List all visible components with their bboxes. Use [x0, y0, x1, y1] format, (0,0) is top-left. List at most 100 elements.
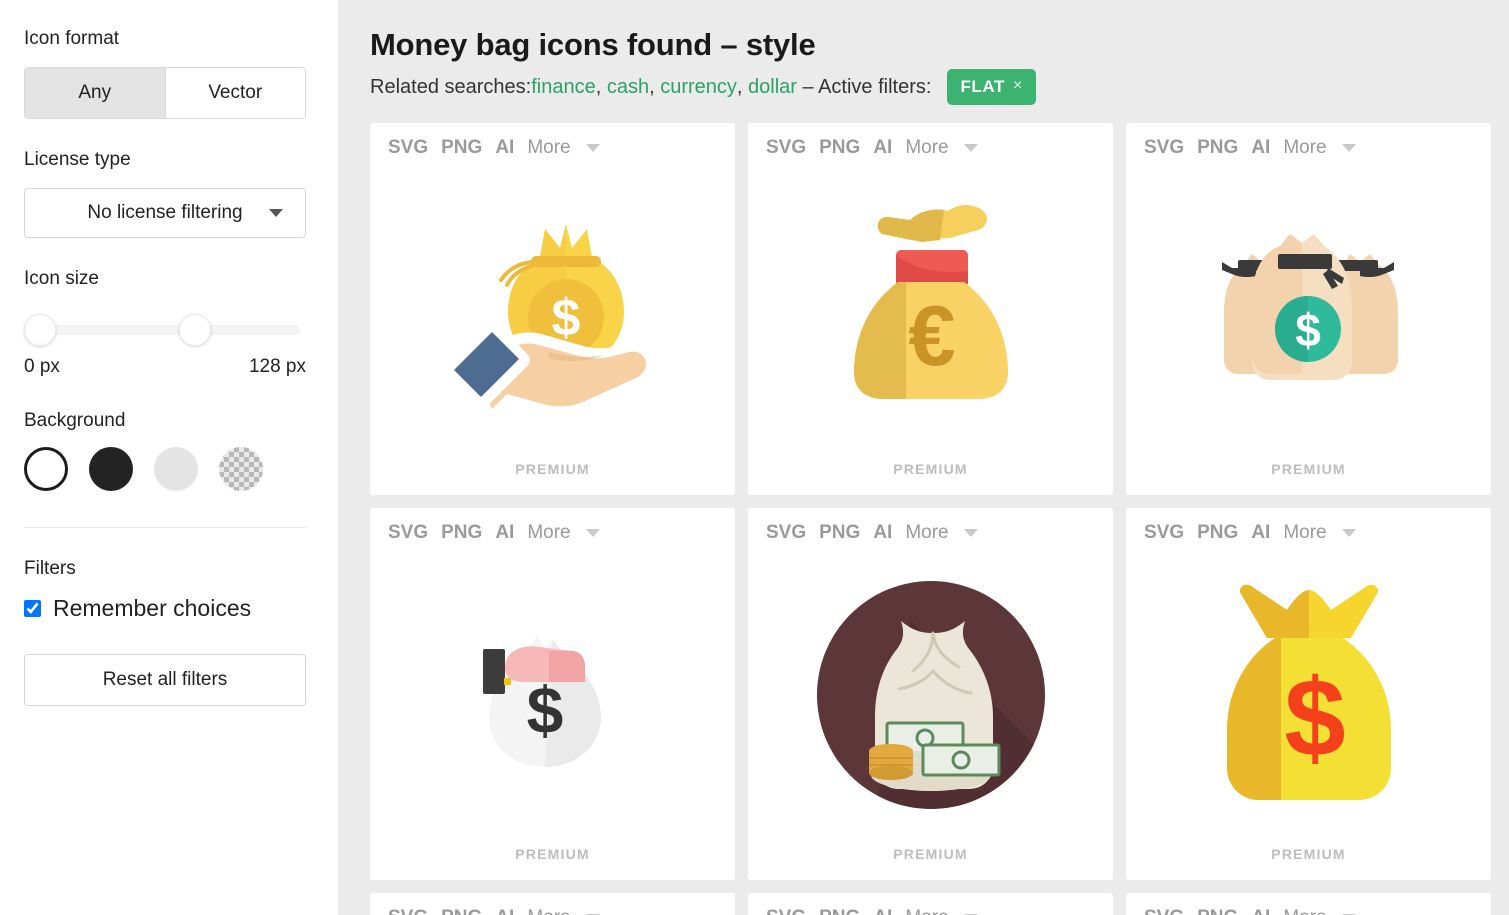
card-format-actions: SVG PNG AI More [1126, 907, 1491, 915]
format-ai-link[interactable]: AI [1251, 137, 1270, 159]
related-term-currency[interactable]: currency [660, 74, 737, 100]
format-png-link[interactable]: PNG [1197, 907, 1238, 915]
related-term-dollar[interactable]: dollar [748, 74, 797, 100]
slider-handle-min[interactable] [24, 314, 56, 347]
money-bag-euro-red-band-icon: € [748, 159, 1113, 461]
filters-sidebar: Icon format Any Vector License type No l… [0, 0, 338, 915]
premium-badge: PREMIUM [1271, 845, 1346, 862]
icon-size-min-label: 0 px [24, 356, 60, 378]
chevron-down-icon[interactable] [585, 528, 600, 537]
icon-card[interactable]: SVG PNG AI More $ PREMIUM [1126, 507, 1491, 880]
format-ai-link[interactable]: AI [495, 907, 514, 915]
page-title: Money bag icons found – style [370, 27, 816, 62]
format-svg-link[interactable]: SVG [1144, 137, 1184, 159]
slider-handle-max[interactable] [179, 314, 211, 347]
filters-label: Filters [24, 558, 76, 580]
reset-all-filters-button[interactable]: Reset all filters [24, 653, 306, 706]
format-png-link[interactable]: PNG [441, 522, 482, 544]
format-svg-link[interactable]: SVG [766, 522, 806, 544]
slider-track[interactable] [30, 325, 300, 336]
format-more-link[interactable]: More [905, 522, 948, 544]
hand-dropping-money-bag-dollar-icon: $ [370, 544, 735, 846]
background-swatch-light-gray[interactable] [154, 447, 198, 492]
format-more-link[interactable]: More [1283, 907, 1326, 915]
format-png-link[interactable]: PNG [1197, 137, 1238, 159]
format-ai-link[interactable]: AI [1251, 907, 1270, 915]
card-format-actions: SVG PNG AI More [748, 907, 1113, 915]
chevron-down-icon[interactable] [585, 143, 600, 152]
format-more-link[interactable]: More [1283, 137, 1326, 159]
format-png-link[interactable]: PNG [1197, 522, 1238, 544]
premium-badge: PREMIUM [893, 460, 968, 477]
format-ai-link[interactable]: AI [495, 522, 514, 544]
icon-card[interactable]: SVG PNG AI More [748, 507, 1113, 880]
chevron-down-icon[interactable] [1341, 143, 1356, 152]
icon-card[interactable]: SVG PNG AI More [370, 892, 735, 915]
chevron-down-icon [269, 208, 283, 217]
active-filter-chip-label: FLAT [960, 76, 1006, 96]
icon-format-option-vector[interactable]: Vector [164, 67, 305, 118]
format-more-link[interactable]: More [1283, 522, 1326, 544]
format-svg-link[interactable]: SVG [766, 907, 806, 915]
format-png-link[interactable]: PNG [819, 907, 860, 915]
remember-choices-row[interactable]: Remember choices [24, 595, 314, 622]
icon-card[interactable]: SVG PNG AI More [748, 892, 1113, 915]
format-svg-link[interactable]: SVG [766, 137, 806, 159]
icon-size-values: 0 px 128 px [24, 356, 306, 378]
background-swatch-black[interactable] [89, 447, 133, 492]
svg-text:$: $ [1284, 657, 1345, 780]
format-png-link[interactable]: PNG [819, 137, 860, 159]
icon-card[interactable]: SVG PNG AI More [370, 122, 735, 495]
icon-card[interactable]: SVG PNG AI More [1126, 122, 1491, 495]
icon-size-range-slider[interactable] [24, 306, 306, 352]
format-svg-link[interactable]: SVG [388, 137, 428, 159]
format-more-link[interactable]: More [527, 137, 570, 159]
icon-card[interactable]: SVG PNG AI More $ PREMIUM [370, 507, 735, 880]
format-more-link[interactable]: More [905, 907, 948, 915]
chevron-down-icon[interactable] [1341, 528, 1356, 537]
card-format-actions: SVG PNG AI More [1126, 137, 1491, 159]
icon-card[interactable]: SVG PNG AI More € PREMIUM [748, 122, 1113, 495]
format-svg-link[interactable]: SVG [388, 522, 428, 544]
icon-format-option-any[interactable]: Any [25, 67, 165, 118]
icon-format-segmented-control[interactable]: Any Vector [24, 66, 306, 119]
format-ai-link[interactable]: AI [1251, 522, 1270, 544]
license-type-value: No license filtering [87, 201, 243, 223]
remember-choices-label[interactable]: Remember choices [53, 595, 251, 622]
svg-text:$: $ [1295, 304, 1321, 356]
format-svg-link[interactable]: SVG [1144, 522, 1184, 544]
card-format-actions: SVG PNG AI More [748, 137, 1113, 159]
background-swatch-transparent[interactable] [219, 447, 263, 492]
related-term-finance[interactable]: finance [531, 74, 596, 100]
chevron-down-icon[interactable] [963, 528, 978, 537]
format-svg-link[interactable]: SVG [388, 907, 428, 915]
format-more-link[interactable]: More [527, 907, 570, 915]
format-ai-link[interactable]: AI [873, 522, 892, 544]
related-term-cash[interactable]: cash [607, 74, 649, 100]
svg-text:€: € [908, 289, 955, 384]
format-svg-link[interactable]: SVG [1144, 907, 1184, 915]
svg-text:$: $ [526, 673, 563, 747]
icon-format-label: Icon format [24, 28, 120, 49]
format-more-link[interactable]: More [905, 137, 948, 159]
format-ai-link[interactable]: AI [873, 137, 892, 159]
icon-size-max-label: 128 px [248, 356, 306, 378]
format-ai-link[interactable]: AI [495, 137, 514, 159]
format-png-link[interactable]: PNG [819, 522, 860, 544]
active-filter-chip-flat[interactable]: FLAT × [947, 68, 1036, 105]
background-swatch-white[interactable] [24, 447, 68, 492]
close-icon[interactable]: × [1013, 76, 1023, 97]
card-format-actions: SVG PNG AI More [1126, 522, 1491, 544]
active-filters-label: – Active filters: [802, 75, 932, 98]
format-png-link[interactable]: PNG [441, 907, 482, 915]
premium-badge: PREMIUM [515, 845, 590, 862]
format-png-link[interactable]: PNG [441, 137, 482, 159]
format-more-link[interactable]: More [527, 522, 570, 544]
format-ai-link[interactable]: AI [873, 907, 892, 915]
icon-card[interactable]: SVG PNG AI More [1126, 892, 1491, 915]
card-format-actions: SVG PNG AI More [748, 522, 1113, 544]
license-type-select[interactable]: No license filtering [24, 187, 306, 238]
chevron-down-icon[interactable] [963, 143, 978, 152]
remember-choices-checkbox[interactable] [24, 599, 41, 617]
background-swatches [24, 447, 314, 492]
